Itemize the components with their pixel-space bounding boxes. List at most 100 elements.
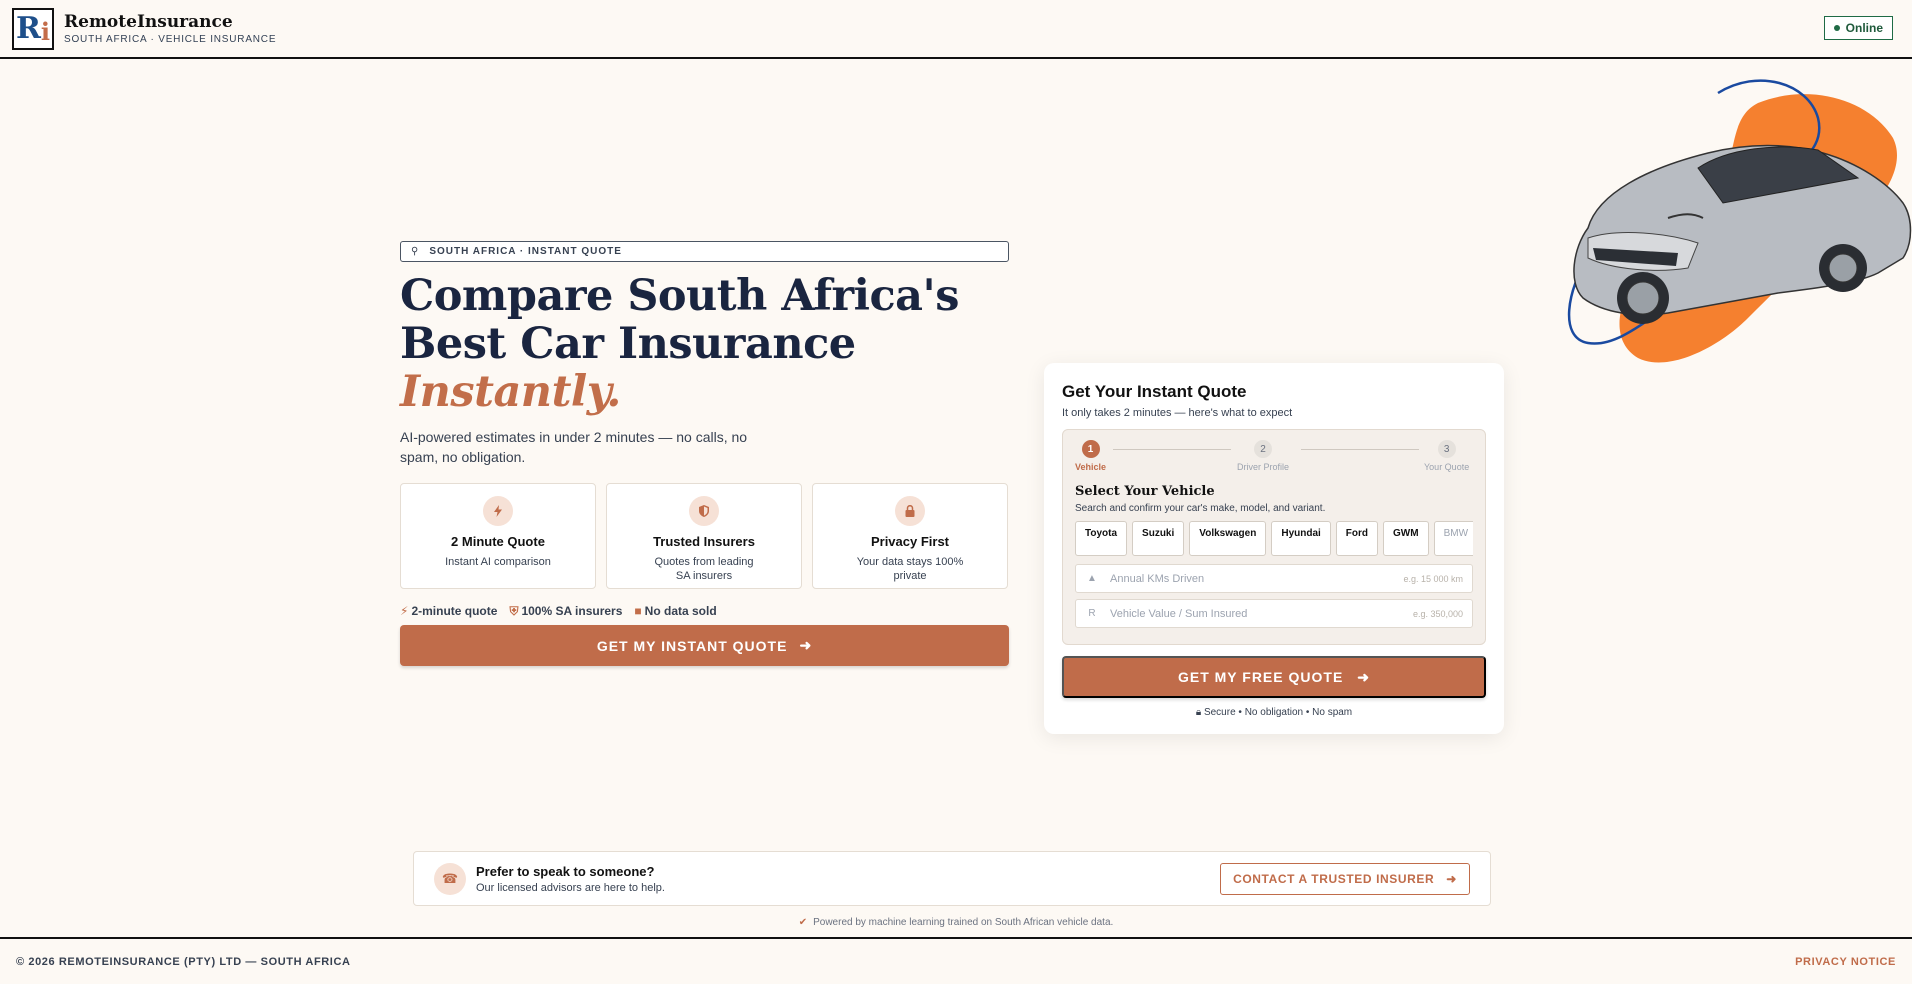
step-number: 2 (1254, 440, 1272, 458)
brand-block: RemoteInsurance SOUTH AFRICA · VEHICLE I… (64, 12, 276, 45)
powered-by-text: Powered by machine learning trained on S… (813, 917, 1114, 928)
status-dot-icon (1833, 25, 1840, 31)
contact-text: Prefer to speak to someone? Our licensed… (476, 864, 665, 894)
annual-km-input[interactable]: ▲ Annual KMs Driven e.g. 15 000 km (1075, 564, 1473, 593)
feature-card-quote: 2 Minute Quote Instant AI comparison (400, 483, 596, 589)
contact-bar: ☎ Prefer to speak to someone? Our licens… (413, 851, 1491, 906)
check-badge-icon: ✔ (798, 917, 808, 928)
step-your-quote[interactable]: 3 Your Quote (1424, 440, 1469, 472)
step-connector (1301, 449, 1419, 450)
badge-insurers: ⛨ 100% SA insurers (509, 604, 622, 619)
section-title: Select Your Vehicle (1075, 484, 1215, 499)
vehicle-make-list: Toyota Suzuki Volkswagen Hyundai Ford GW… (1075, 521, 1473, 556)
feature-desc: Quotes from leading SA insurers (654, 556, 754, 582)
feature-title: Trusted Insurers (653, 534, 755, 549)
make-chip-gwm[interactable]: GWM (1383, 521, 1429, 556)
free-quote-label: GET MY FREE QUOTE (1177, 669, 1344, 685)
road-icon: ▲ (1087, 573, 1097, 584)
phone-icon: ☎ (434, 862, 466, 895)
lock-icon: 🔒︎ (1195, 707, 1202, 718)
car-illustration (1567, 79, 1912, 363)
vehicle-value-example: e.g. 350,000 (1412, 608, 1463, 619)
step-label: Your Quote (1424, 462, 1470, 472)
feature-cards: 2 Minute Quote Instant AI comparison Tru… (400, 483, 1008, 589)
vehicle-value-input[interactable]: R Vehicle Value / Sum Insured e.g. 350,0… (1075, 599, 1473, 628)
annual-km-example: e.g. 15 000 km (1403, 573, 1463, 584)
hero-subtitle: AI-powered estimates in under 2 minutes … (400, 429, 748, 465)
vehicle-value-placeholder: Vehicle Value / Sum Insured (1110, 607, 1248, 620)
quote-form: 1 Vehicle 2 Driver Profile 3 Your Quote … (1062, 429, 1486, 645)
quote-card-subtitle: It only takes 2 minutes — here's what to… (1062, 407, 1293, 419)
badge-quick: ⚡︎ 2-minute quote (400, 604, 497, 619)
brand-subtitle: SOUTH AFRICA · VEHICLE INSURANCE (64, 34, 277, 45)
make-chip-hyundai[interactable]: Hyundai (1271, 521, 1331, 556)
logo-letter-r: R (15, 10, 41, 46)
contact-insurer-label: CONTACT A TRUSTED INSURER (1233, 871, 1435, 886)
hero-title: Compare South Africa's Best Car Insuranc… (400, 272, 959, 416)
step-connector (1113, 449, 1231, 450)
make-chip-suzuki[interactable]: Suzuki (1132, 521, 1185, 556)
shield-icon (689, 496, 719, 526)
instant-quote-label: GET MY INSTANT QUOTE (596, 637, 788, 654)
location-pill: ⚲ SOUTH AFRICA · INSTANT QUOTE (400, 241, 1009, 262)
car-body (1573, 144, 1912, 324)
contact-insurer-button[interactable]: CONTACT A TRUSTED INSURER ➜ (1220, 862, 1470, 895)
site-header: Ri RemoteInsurance SOUTH AFRICA · VEHICL… (0, 0, 1912, 59)
badge-label: 100% SA insurers (521, 604, 623, 618)
feature-card-privacy: Privacy First Your data stays 100% priva… (812, 483, 1008, 589)
site-footer: © 2026 REMOTEINSURANCE (PTY) LTD — SOUTH… (0, 937, 1912, 984)
location-pin-icon: ⚲ (411, 246, 420, 257)
bolt-icon (483, 496, 513, 526)
badge-label: 2-minute quote (411, 604, 498, 618)
contact-title: Prefer to speak to someone? (476, 863, 655, 879)
trust-badges: ⚡︎ 2-minute quote ⛨ 100% SA insurers ■ No d… (400, 604, 717, 619)
status-label: Online (1845, 21, 1883, 35)
location-pill-label: SOUTH AFRICA · INSTANT QUOTE (429, 246, 622, 257)
make-chip-toyota[interactable]: Toyota (1075, 521, 1128, 556)
step-vehicle[interactable]: 1 Vehicle (1075, 440, 1106, 472)
contact-subtitle: Our licensed advisors are here to help. (476, 881, 665, 894)
arrow-right-icon: ➜ (1357, 668, 1371, 685)
brand-logo[interactable]: Ri (12, 7, 54, 50)
badge-privacy: ■ No data sold (634, 604, 716, 619)
feature-desc: Instant AI comparison (445, 556, 551, 568)
online-status-badge: Online (1823, 16, 1893, 40)
quote-card-title: Get Your Instant Quote (1062, 382, 1247, 401)
make-chip-bmw[interactable]: BMW (1433, 521, 1473, 556)
hero-title-accent: Instantly. (400, 367, 621, 417)
step-label: Vehicle (1075, 462, 1107, 472)
arrow-right-icon: ➜ (1446, 871, 1457, 886)
feature-desc: Your data stays 100% private (856, 556, 964, 582)
secure-note-text: Secure • No obligation • No spam (1203, 707, 1353, 718)
feature-title: Privacy First (870, 534, 950, 549)
section-subtitle: Search and confirm your car's make, mode… (1075, 503, 1326, 514)
logo-letter-i: i (40, 16, 51, 46)
hero-title-line1: Compare South Africa's (400, 271, 959, 321)
step-number: 3 (1437, 440, 1456, 458)
step-driver-profile[interactable]: 2 Driver Profile (1237, 440, 1289, 472)
step-number: 1 (1081, 440, 1100, 458)
powered-by-note: ✔ Powered by machine learning trained on … (0, 917, 1912, 928)
shield-icon: ⛨ (509, 604, 519, 618)
quote-card: Get Your Instant Quote It only takes 2 m… (1044, 363, 1504, 734)
make-chip-volkswagen[interactable]: Volkswagen (1189, 521, 1267, 556)
instant-quote-button[interactable]: GET MY INSTANT QUOTE ➜ (400, 625, 1009, 666)
step-indicator: 1 Vehicle 2 Driver Profile 3 Your Quote (1075, 440, 1473, 480)
brand-name[interactable]: RemoteInsurance (64, 12, 276, 32)
free-quote-button[interactable]: GET MY FREE QUOTE ➜ (1062, 656, 1486, 698)
currency-rand-icon: R (1088, 608, 1096, 619)
secure-note: 🔒︎ Secure • No obligation • No spam (1062, 707, 1486, 718)
annual-km-placeholder: Annual KMs Driven (1110, 572, 1205, 585)
badge-label: No data sold (644, 604, 717, 618)
copyright-text: © 2026 REMOTEINSURANCE (PTY) LTD — SOUTH… (16, 955, 351, 968)
feature-card-insurers: Trusted Insurers Quotes from leading SA … (606, 483, 802, 589)
lock-icon (895, 496, 925, 526)
arrow-right-icon: ➜ (799, 637, 813, 653)
lock-icon: ■ (634, 604, 642, 618)
step-label: Driver Profile (1237, 462, 1290, 472)
feature-title: 2 Minute Quote (451, 534, 545, 549)
hero-title-line2: Best Car Insurance (400, 319, 856, 369)
make-chip-ford[interactable]: Ford (1335, 521, 1379, 556)
bolt-icon: ⚡︎ (400, 604, 409, 618)
privacy-notice-link[interactable]: PRIVACY NOTICE (1795, 956, 1896, 968)
